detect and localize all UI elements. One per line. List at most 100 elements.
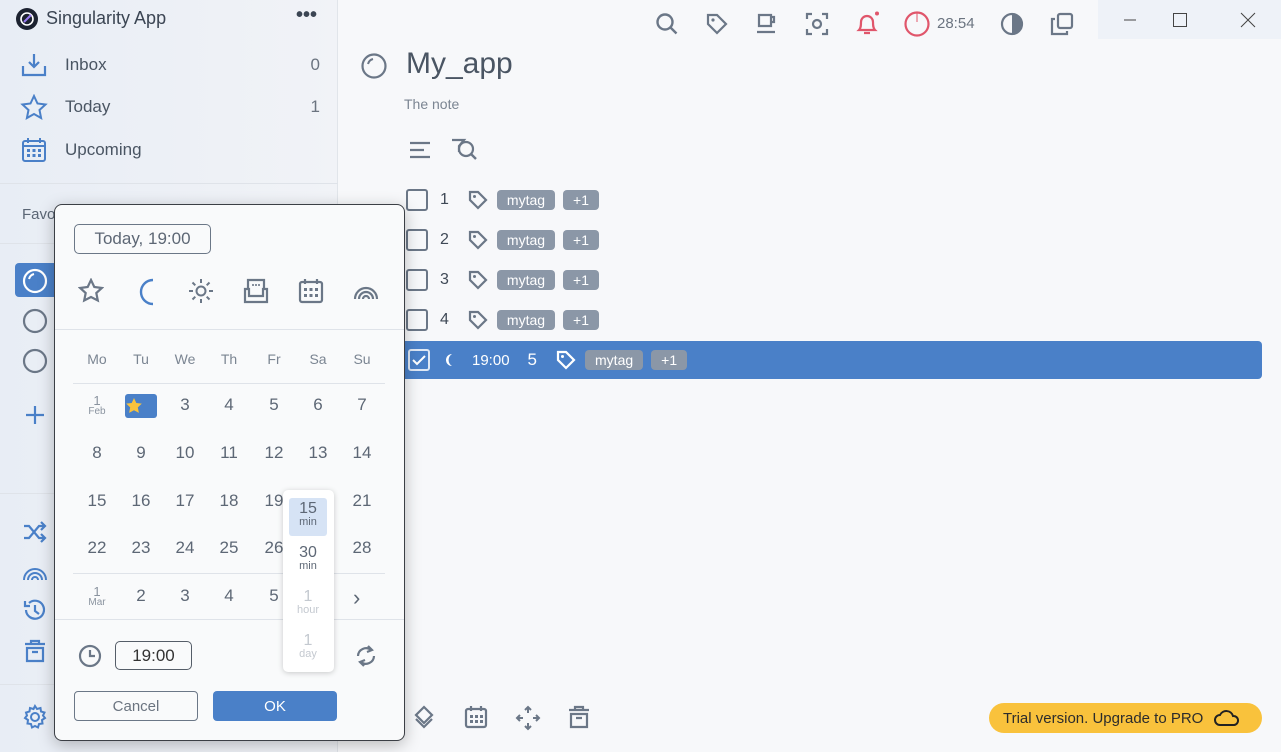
search-icon[interactable]	[653, 10, 681, 38]
calendar-day[interactable]: 28	[342, 538, 382, 558]
notifications-bell-icon[interactable]	[853, 10, 881, 38]
project-status-icon[interactable]	[360, 52, 388, 80]
project-circle-icon[interactable]	[22, 348, 48, 374]
theme-contrast-icon[interactable]	[998, 10, 1026, 38]
calendar-day[interactable]: 4	[209, 395, 249, 415]
search-filter-icon[interactable]	[450, 136, 478, 162]
reminder-option[interactable]: 1 hour	[289, 586, 327, 624]
shuffle-icon[interactable]	[22, 520, 48, 544]
upgrade-pro-button[interactable]: Trial version. Upgrade to PRO	[989, 703, 1262, 733]
task-checkbox[interactable]	[406, 269, 428, 291]
calendar-day[interactable]: 15	[77, 491, 117, 511]
ok-button[interactable]: OK	[213, 691, 337, 721]
next-month-chevron-icon[interactable]: ›	[353, 585, 360, 611]
task-checkbox[interactable]	[408, 349, 430, 371]
page-title[interactable]: My_app	[406, 47, 513, 81]
task-title[interactable]: 3	[440, 271, 449, 289]
tomorrow-sun-icon[interactable]	[188, 278, 214, 304]
calendar-day[interactable]: 16	[121, 491, 161, 511]
calendar-day[interactable]: 22	[77, 538, 117, 558]
sidebar-item-today[interactable]: Today 1	[20, 94, 320, 120]
task-row[interactable]: 2 mytag +1	[406, 223, 599, 257]
calendar-day[interactable]: 1 Mar	[77, 585, 117, 608]
project-note[interactable]: The note	[404, 96, 459, 112]
task-checkbox[interactable]	[406, 229, 428, 251]
trash-icon[interactable]	[23, 639, 47, 663]
pomodoro-timer-icon[interactable]	[903, 10, 931, 38]
today-star-icon[interactable]	[78, 278, 104, 304]
windows-icon[interactable]	[1048, 10, 1076, 38]
calendar-day[interactable]	[125, 394, 157, 418]
task-title[interactable]: 2	[440, 231, 449, 249]
reminder-option[interactable]: 30 min	[289, 542, 327, 580]
sidebar-item-upcoming[interactable]: Upcoming	[20, 137, 320, 163]
time-input[interactable]: 19:00	[115, 641, 192, 670]
repeat-icon[interactable]	[354, 643, 378, 669]
trash-icon[interactable]	[567, 705, 591, 729]
tag-badge[interactable]: mytag	[585, 350, 644, 370]
weekend-armchair-icon[interactable]	[243, 278, 269, 304]
calendar-day[interactable]: 9	[121, 443, 161, 463]
task-row[interactable]: 1 mytag +1	[406, 183, 599, 217]
task-checkbox[interactable]	[406, 309, 428, 331]
task-title[interactable]: 5	[528, 350, 537, 370]
selected-date-label[interactable]: Today, 19:00	[74, 224, 211, 254]
tag-badge[interactable]: mytag	[496, 230, 556, 250]
calendar-day[interactable]: 4	[209, 586, 249, 606]
calendar-day[interactable]: 12	[254, 443, 294, 463]
tag-badge[interactable]: mytag	[496, 310, 556, 330]
focus-icon[interactable]	[803, 10, 831, 38]
sidebar-item-inbox[interactable]: Inbox 0	[20, 52, 320, 78]
tag-badge[interactable]: mytag	[496, 190, 556, 210]
rainbow-icon[interactable]	[22, 562, 48, 582]
more-horizontal-icon[interactable]: •••	[296, 4, 317, 27]
someday-rainbow-icon[interactable]	[353, 281, 379, 301]
cancel-button[interactable]: Cancel	[74, 691, 198, 721]
coffee-break-icon[interactable]	[753, 10, 781, 38]
sort-icon[interactable]	[408, 138, 432, 162]
calendar-day[interactable]: 3	[165, 395, 205, 415]
calendar-day[interactable]: 8	[77, 443, 117, 463]
calendar-day[interactable]: 23	[121, 538, 161, 558]
calendar-day[interactable]: 7	[342, 395, 382, 415]
calendar-day[interactable]: 14	[342, 443, 382, 463]
extra-tags-badge[interactable]: +1	[563, 230, 599, 250]
calendar-icon[interactable]	[464, 705, 488, 729]
calendar-day[interactable]: 25	[209, 538, 249, 558]
task-row[interactable]: 4 mytag +1	[406, 303, 599, 337]
settings-gear-icon[interactable]	[22, 704, 48, 730]
close-icon[interactable]	[1240, 12, 1256, 28]
extra-tags-badge[interactable]: +1	[563, 190, 599, 210]
calendar-day[interactable]: 10	[165, 443, 205, 463]
task-checkbox[interactable]	[406, 189, 428, 211]
project-circle-icon[interactable]	[22, 308, 48, 334]
task-title[interactable]: 4	[440, 311, 449, 329]
extra-tags-badge[interactable]: +1	[563, 310, 599, 330]
task-row[interactable]: 19:00 5 mytag +1	[400, 341, 1262, 379]
calendar-day[interactable]: 18	[209, 491, 249, 511]
task-row[interactable]: 3 mytag +1	[406, 263, 599, 297]
calendar-day[interactable]: 2	[121, 586, 161, 606]
calendar-day[interactable]: 21	[342, 491, 382, 511]
move-icon[interactable]	[515, 705, 541, 731]
maximize-icon[interactable]	[1172, 12, 1188, 28]
tag-icon[interactable]	[703, 10, 731, 38]
reminder-option[interactable]: 15 min	[289, 498, 327, 536]
layers-icon[interactable]	[412, 705, 436, 731]
extra-tags-badge[interactable]: +1	[563, 270, 599, 290]
calendar-day[interactable]: 6	[298, 395, 338, 415]
minimize-icon[interactable]	[1118, 12, 1142, 28]
extra-tags-badge[interactable]: +1	[651, 350, 688, 370]
next-week-calendar-icon[interactable]	[298, 278, 324, 304]
reminder-option[interactable]: 1 day	[289, 630, 327, 668]
calendar-day[interactable]: 3	[165, 586, 205, 606]
tag-badge[interactable]: mytag	[496, 270, 556, 290]
add-project-icon[interactable]	[24, 404, 46, 426]
history-icon[interactable]	[22, 598, 48, 622]
calendar-day[interactable]: 13	[298, 443, 338, 463]
evening-moon-icon[interactable]	[135, 278, 161, 306]
calendar-day[interactable]: 24	[165, 538, 205, 558]
calendar-day[interactable]: 5	[254, 395, 294, 415]
task-title[interactable]: 1	[440, 191, 449, 209]
calendar-day[interactable]: 17	[165, 491, 205, 511]
